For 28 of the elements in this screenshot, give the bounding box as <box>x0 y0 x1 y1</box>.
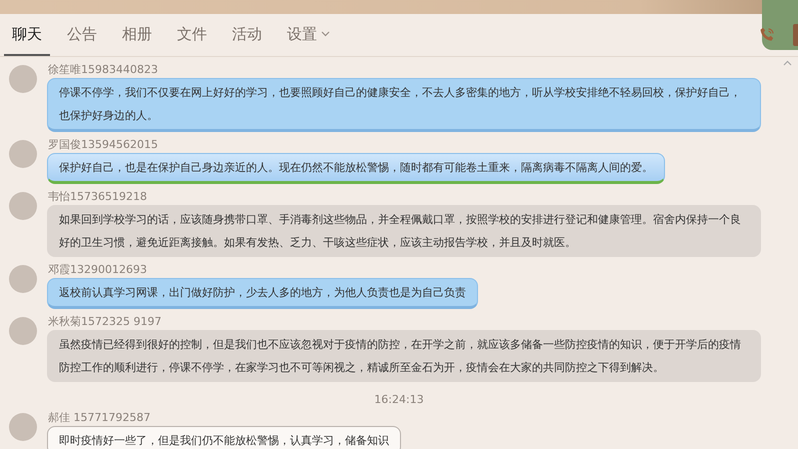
avatar[interactable] <box>9 265 37 293</box>
message-bubble: 停课不停学，我们不仅要在网上好好的学习，也要照顾好自己的健康安全，不去人多密集的地方，听从学校安排绝不轻易回校，保护好自己，也保护好身边的人。 <box>47 78 761 132</box>
avatar[interactable] <box>9 140 37 168</box>
message-bubble: 虽然疫情已经得到很好的控制，但是我们也不应该忽视对于疫情的防控，在开学之前，就应该多储备一些防控疫情的知识，便于开学后的疫情防控工作的顺利进行，停课不停学，在家学习也不可等闲视之，精诚所至金石为开，疫情会在大家的共同防控之下得到解决。 <box>47 330 761 382</box>
chevron-down-icon <box>321 31 330 37</box>
tab[interactable]: 文件 <box>169 14 215 56</box>
tab[interactable]: 公告 <box>59 14 105 56</box>
avatar[interactable] <box>9 65 37 93</box>
avatar[interactable] <box>9 413 37 441</box>
sender-name: 邓霞13290012693 <box>48 263 148 277</box>
message-bubble: 返校前认真学习网课，出门做好防护，少去人多的地方，为他人负责也是为自己负责 <box>47 278 478 309</box>
message-bubble: 如果回到学校学习的话，应该随身携带口罩、手消毒剂这些物品，并全程佩戴口罩，按照学校的安排进行登记和健康管理。宿舍内保持一个良好的卫生习惯，避免近距离接触。如果有发热、乏力、干咳这些症状，应该主动报告学校，并且及时就医。 <box>47 205 761 257</box>
tab[interactable]: 设置 <box>279 14 338 56</box>
tab[interactable]: 活动 <box>224 14 270 56</box>
tab[interactable]: 相册 <box>114 14 160 56</box>
timestamp: 16:24:13 <box>374 393 424 406</box>
collapse-icon[interactable] <box>783 60 792 66</box>
sender-name: 米秋菊1572325 9197 <box>48 315 162 329</box>
sender-name: 郝佳 15771792587 <box>48 411 152 425</box>
avatar[interactable] <box>9 317 37 345</box>
message-bubble: 保护好自己，也是在保护自己身边亲近的人。现在仍然不能放松警惕，随时都有可能卷土重来，隔离病毒不隔离人间的爱。 <box>47 153 665 184</box>
photo-placeholder <box>762 0 798 50</box>
sender-name: 罗国俊13594562015 <box>48 138 159 152</box>
avatar[interactable] <box>9 192 37 220</box>
tab[interactable]: 聊天 <box>4 14 50 56</box>
message-bubble: 即时疫情好一些了，但是我们仍不能放松警惕，认真学习，储备知识 <box>47 426 401 449</box>
sender-name: 徐笙唯15983440823 <box>48 63 159 77</box>
sender-name: 韦怡15736519218 <box>48 190 148 204</box>
